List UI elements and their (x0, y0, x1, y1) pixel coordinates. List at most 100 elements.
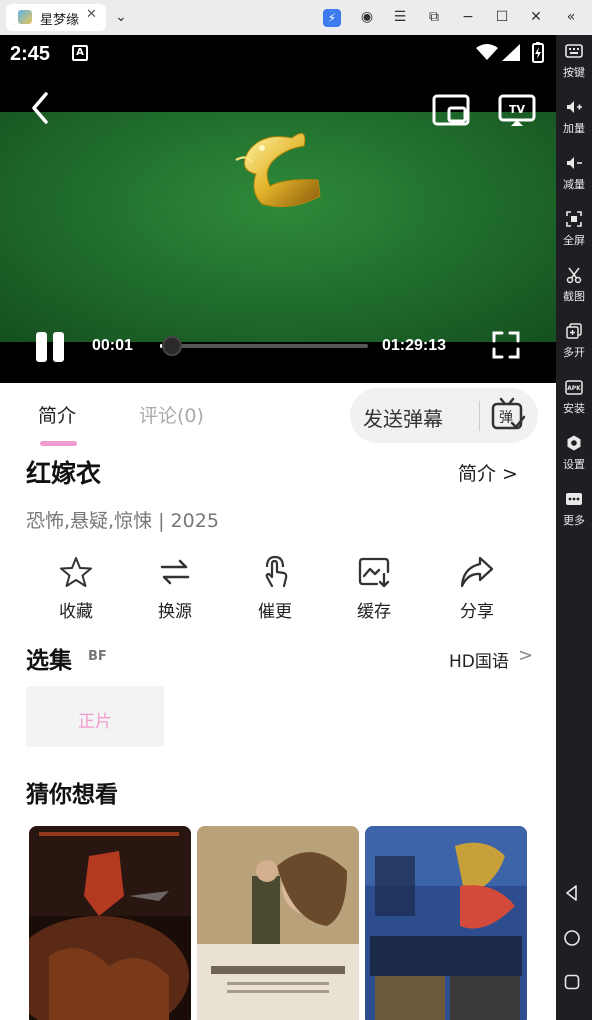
status-notification-badge: A (72, 45, 88, 61)
volume-up-icon (567, 101, 582, 113)
more-dots-icon (566, 493, 582, 505)
swap-source-icon (160, 559, 190, 585)
maximize-icon[interactable]: ☐ (492, 8, 512, 26)
recents-square-icon[interactable] (563, 973, 581, 991)
sidebar-label: 设置 (563, 458, 585, 471)
sidebar-item-volume-up[interactable]: 加量 (556, 98, 592, 146)
chevron-right-icon[interactable]: > (518, 645, 533, 666)
wifi-icon (476, 44, 498, 60)
request-update-label: 催更 (258, 602, 292, 622)
svg-text:弹: 弹 (499, 410, 513, 426)
sidebar-item-volume-down[interactable]: 减量 (556, 154, 592, 202)
app-tab[interactable]: 星梦缘 ✕ (6, 4, 106, 31)
current-time: 00:01 (92, 337, 133, 354)
emulator-titlebar: 星梦缘 ✕ ⌄ ⚡ ◉ ☰ ⧉ − ☐ ✕ « (0, 0, 592, 35)
sidebar-item-screenshot[interactable]: 截图 (556, 266, 592, 314)
sidebar-item-install[interactable]: APK 安装 (556, 378, 592, 426)
apk-install-icon: APK (565, 380, 583, 395)
war-epic-poster-art (29, 826, 191, 1020)
svg-text:APK: APK (567, 385, 581, 392)
back-triangle-icon[interactable] (563, 884, 581, 902)
star-icon (60, 557, 92, 587)
cache-button[interactable]: 缓存 (333, 555, 413, 625)
period-romance-poster-art (197, 826, 359, 1020)
request-update-button[interactable]: 催更 (234, 555, 314, 625)
intro-link[interactable]: 简介 > (458, 459, 518, 486)
sidebar-label: 全屏 (563, 234, 585, 247)
close-icon[interactable]: ✕ (526, 8, 546, 26)
tap-hand-icon (265, 555, 288, 588)
tab-title: 星梦缘 (40, 13, 80, 28)
send-danmaku-label: 发送弹幕 (363, 407, 443, 431)
favorite-button[interactable]: 收藏 (35, 555, 115, 625)
movie-title: 红嫁衣 (26, 459, 102, 488)
tab-intro[interactable]: 简介 (38, 401, 76, 428)
fullscreen-icon (566, 211, 582, 227)
video-player[interactable]: 2:45 A TV 00:01 01:29:13 (0, 35, 556, 383)
download-cache-icon (358, 557, 390, 588)
sidebar-item-settings[interactable]: 设置 (556, 434, 592, 482)
quality-selector[interactable]: HD国语 (449, 647, 509, 672)
total-duration: 01:29:13 (382, 337, 447, 354)
sidebar-item-more[interactable]: 更多 (556, 490, 592, 538)
switch-source-button[interactable]: 换源 (134, 555, 214, 625)
keyboard-icon (565, 44, 583, 58)
battery-charging-icon (532, 42, 544, 63)
popout-icon[interactable]: ⧉ (424, 8, 444, 26)
settings-gear-icon (567, 435, 581, 451)
favorite-label: 收藏 (59, 602, 93, 622)
collapse-sidebar-icon[interactable]: « (561, 8, 581, 26)
sidebar-label: 安装 (563, 402, 585, 415)
share-button[interactable]: 分享 (436, 555, 516, 625)
sidebar-label: 更多 (563, 514, 585, 527)
active-tab-indicator (40, 441, 77, 446)
sidebar-item-keys[interactable]: 按键 (556, 42, 592, 90)
danmaku-divider (479, 401, 480, 431)
sidebar-item-fullscreen[interactable]: 全屏 (556, 210, 592, 258)
svg-text:TV: TV (509, 103, 526, 116)
minimize-icon[interactable]: − (458, 8, 478, 26)
dropdown-chevron-icon[interactable]: ⌄ (111, 8, 131, 26)
video-frame (0, 112, 556, 342)
scissors-icon (566, 267, 582, 284)
tab-comments[interactable]: 评论(0) (139, 401, 204, 428)
recommend-poster-1[interactable] (29, 826, 191, 1020)
episodes-source-tag: BF (88, 649, 107, 664)
studio-logo-dragon (235, 133, 321, 208)
cache-label: 缓存 (357, 602, 391, 622)
account-icon[interactable]: ◉ (357, 8, 377, 26)
back-icon[interactable] (26, 90, 56, 126)
sidebar-label: 加量 (563, 122, 585, 135)
recommend-title: 猜你想看 (26, 782, 118, 808)
picture-in-picture-icon[interactable] (432, 93, 472, 127)
recommend-poster-2[interactable] (197, 826, 359, 1020)
switch-source-label: 换源 (158, 602, 192, 622)
sidebar-label: 多开 (563, 346, 585, 359)
recommend-poster-3[interactable] (365, 826, 527, 1020)
fullscreen-icon[interactable] (492, 331, 520, 359)
seek-thumb[interactable] (162, 336, 183, 356)
share-label: 分享 (460, 602, 494, 622)
retro-action-poster-art (365, 826, 527, 1020)
sidebar-label: 截图 (563, 290, 585, 303)
cast-tv-icon[interactable]: TV (498, 93, 536, 127)
home-circle-icon[interactable] (563, 929, 581, 947)
volume-down-icon (567, 157, 582, 169)
sidebar-label: 按键 (563, 66, 585, 79)
app-favicon-icon (18, 10, 32, 24)
status-time: 2:45 (10, 43, 51, 65)
pause-icon[interactable] (34, 330, 68, 364)
episodes-title: 选集 (26, 648, 72, 674)
genre-year: 恐怖,悬疑,惊悚 | 2025 (26, 510, 219, 532)
menu-icon[interactable]: ☰ (390, 8, 410, 26)
phone-screen: 2:45 A TV 00:01 01:29:13 简介 评论(0) 发送弹幕 弹… (0, 35, 556, 1020)
episode-chip-label: 正片 (78, 712, 112, 732)
accelerator-icon[interactable]: ⚡ (323, 9, 341, 27)
seek-track[interactable] (160, 344, 368, 348)
sidebar-label: 减量 (563, 178, 585, 191)
danmaku-tv-icon[interactable]: 弹 (490, 397, 526, 433)
tab-close-icon[interactable]: ✕ (86, 7, 97, 22)
sidebar-item-multi-instance[interactable]: 多开 (556, 322, 592, 370)
multi-instance-icon (566, 323, 582, 339)
signal-icon (502, 44, 520, 61)
